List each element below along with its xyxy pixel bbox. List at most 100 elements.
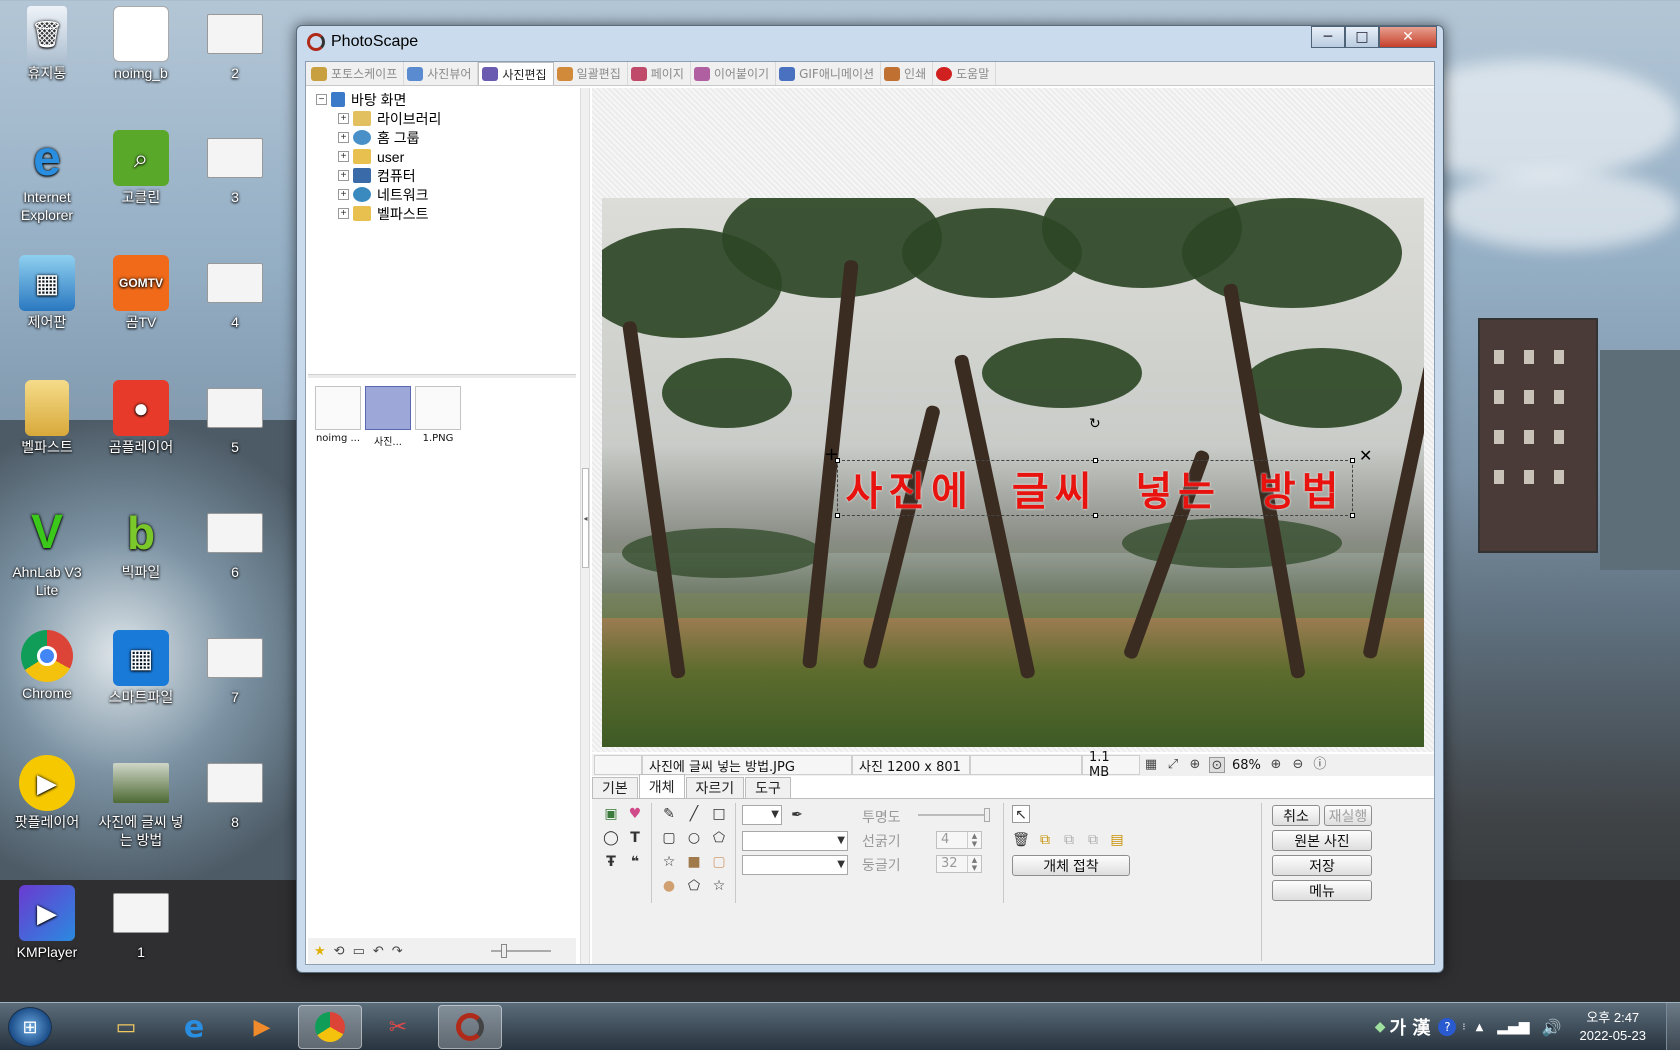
original-photo-button[interactable]: 원본 사진: [1272, 830, 1372, 851]
text-tool-icon[interactable]: T: [626, 829, 644, 847]
tab-editor[interactable]: 사진편집: [478, 62, 554, 85]
desktop-icon-ahnlab[interactable]: V AhnLab V3 Lite: [2, 505, 92, 599]
text-object[interactable]: 사진에 글씨 넣는 방법: [835, 458, 1355, 518]
tab-viewer[interactable]: 사진뷰어: [404, 62, 479, 85]
zoom-fit-icon[interactable]: ⊙: [1209, 757, 1225, 773]
expand-icon[interactable]: +: [338, 208, 349, 219]
color-dropdown[interactable]: ▼: [742, 805, 782, 825]
help-icon[interactable]: ?: [1438, 1018, 1457, 1036]
tab-object[interactable]: 개체: [638, 774, 685, 798]
desktop-icon-recycle-bin[interactable]: 🗑 휴지통: [2, 6, 92, 82]
filled-rounded-icon[interactable]: ▢: [710, 853, 728, 871]
resize-handle[interactable]: [835, 513, 840, 518]
expand-icon[interactable]: +: [338, 132, 349, 143]
bring-front-icon[interactable]: ⧉: [1036, 831, 1054, 849]
desktop-icon-control-panel[interactable]: ▦ 제어판: [2, 255, 92, 331]
text-style-icon[interactable]: Ŧ: [602, 853, 620, 871]
tree-item-homegroup[interactable]: + 홈 그룹: [338, 128, 420, 147]
resize-handle[interactable]: [1350, 458, 1355, 463]
taskbar-ie[interactable]: e: [162, 1005, 226, 1049]
minimize-button[interactable]: ─: [1311, 26, 1345, 48]
info-icon[interactable]: ⓘ: [1312, 757, 1328, 773]
delete-object-icon[interactable]: 🗑: [1012, 831, 1030, 849]
select-cursor-icon[interactable]: ↖: [1012, 805, 1030, 823]
zoom-out-icon[interactable]: ⊖: [1290, 757, 1306, 773]
attach-object-button[interactable]: 개체 접착: [1012, 855, 1130, 876]
taskbar-capture[interactable]: ✂: [366, 1005, 430, 1049]
taskbar-explorer[interactable]: ▭: [94, 1005, 158, 1049]
thumbnail-item[interactable]: noimg ...: [314, 386, 362, 444]
filled-star-icon[interactable]: ☆: [710, 877, 728, 895]
expand-icon[interactable]: +: [338, 189, 349, 200]
desktop-icon-photo-file[interactable]: 사진에 글씨 넣는 방법: [96, 755, 186, 849]
resize-handle[interactable]: [835, 458, 840, 463]
resize-handle[interactable]: [1350, 513, 1355, 518]
desktop-icon-bigfile[interactable]: b 빅파일: [96, 505, 186, 581]
tab-help[interactable]: 도움말: [933, 62, 997, 85]
tree-item-library[interactable]: + 라이브러리: [338, 109, 441, 128]
desktop-icon-8[interactable]: 8: [190, 755, 280, 831]
show-desktop-button[interactable]: [1666, 1003, 1680, 1050]
vertical-splitter[interactable]: ◂: [580, 88, 590, 964]
desktop-icon-goclean[interactable]: ⌕ 고클린: [96, 130, 186, 206]
panel-splitter[interactable]: [308, 374, 576, 378]
desktop-icon-1[interactable]: 1: [96, 885, 186, 961]
show-hidden-icons[interactable]: ▲: [1476, 1022, 1484, 1033]
expand-icon[interactable]: +: [338, 170, 349, 181]
resize-handle[interactable]: [1093, 513, 1098, 518]
volume-icon[interactable]: 🔊: [1542, 1018, 1562, 1037]
speech-balloon-icon[interactable]: ◯: [602, 829, 620, 847]
star-icon[interactable]: ★: [314, 944, 326, 959]
taskbar-media[interactable]: ▶: [230, 1005, 294, 1049]
language-bar-icon[interactable]: ◆: [1375, 1019, 1386, 1035]
ime-options-icon[interactable]: ⁝: [1462, 1022, 1465, 1033]
eyedropper-icon[interactable]: ✒: [788, 806, 806, 824]
roundness-spinner[interactable]: 32 ▲ ▼: [936, 855, 982, 873]
tree-item-user[interactable]: + user: [338, 147, 404, 166]
editor-canvas[interactable]: + ↻ ✕ 사진에 글씨 넣는 방법: [592, 88, 1434, 752]
tab-combine[interactable]: 이어붙이기: [691, 62, 777, 85]
tab-photoscape[interactable]: 포토스케이프: [308, 62, 405, 85]
desktop-icon-internet-explorer[interactable]: e Internet Explorer: [2, 130, 92, 224]
filled-circle-icon[interactable]: ●: [660, 877, 678, 895]
desktop-icon-smartfile[interactable]: ▦ 스마트파일: [96, 630, 186, 706]
checker-icon[interactable]: ▦: [1143, 757, 1159, 773]
desktop-icon-belfast[interactable]: 벨파스트: [2, 380, 92, 456]
tab-basic[interactable]: 기본: [592, 777, 638, 798]
expand-icon[interactable]: +: [338, 113, 349, 124]
taskbar-chrome[interactable]: [298, 1005, 362, 1049]
desktop-icon-3[interactable]: 3: [190, 130, 280, 206]
rotate-handle-icon[interactable]: ↻: [1089, 416, 1103, 432]
desktop-icon-kmplayer[interactable]: ▶ KMPlayer: [2, 885, 92, 961]
tab-gif[interactable]: GIF애니메이션: [776, 62, 882, 85]
tree-item-computer[interactable]: + 컴퓨터: [338, 166, 416, 185]
undo-button[interactable]: 취소: [1272, 805, 1320, 826]
quote-icon[interactable]: ❝: [626, 853, 644, 871]
filled-pentagon-icon[interactable]: ⬠: [685, 877, 703, 895]
desktop-icon-gomplayer[interactable]: ● 곰플레이어: [96, 380, 186, 456]
tab-page[interactable]: 페이지: [628, 62, 691, 85]
tab-print[interactable]: 인쇄: [881, 62, 934, 85]
desktop-icon-5[interactable]: 5: [190, 380, 280, 456]
menu-button[interactable]: 메뉴: [1272, 880, 1372, 901]
thumbnail-item-selected[interactable]: 사진...: [364, 386, 412, 448]
opacity-slider[interactable]: [918, 808, 990, 822]
line-style-dropdown[interactable]: ▼: [742, 831, 848, 851]
zoom-in-icon[interactable]: ⊕: [1268, 757, 1284, 773]
tab-tools[interactable]: 도구: [745, 777, 791, 798]
desktop-icon-potplayer[interactable]: ▶ 팟플레이어: [2, 755, 92, 831]
desktop-icon-noimg[interactable]: noimg_b: [96, 6, 186, 82]
desktop-icon-4[interactable]: 4: [190, 255, 280, 331]
fit-screen-icon[interactable]: ⤢: [1165, 757, 1181, 773]
tab-crop[interactable]: 자르기: [685, 777, 745, 798]
desktop-icon-gomtv[interactable]: GOMTV 곰TV: [96, 255, 186, 331]
send-back-icon[interactable]: ⧉: [1060, 831, 1078, 849]
folder-open-icon[interactable]: ▭: [353, 944, 365, 959]
desktop-icon-6[interactable]: 6: [190, 505, 280, 581]
duplicate-icon[interactable]: ⧉: [1084, 831, 1102, 849]
desktop-icon-2[interactable]: 2: [190, 6, 280, 82]
ime-indicator[interactable]: 가 漢: [1390, 1014, 1431, 1040]
forward-arrow-icon[interactable]: ↷: [392, 944, 403, 959]
redo-button[interactable]: 재실행: [1324, 805, 1372, 826]
network-icon[interactable]: ▂▄▆: [1497, 1019, 1529, 1035]
